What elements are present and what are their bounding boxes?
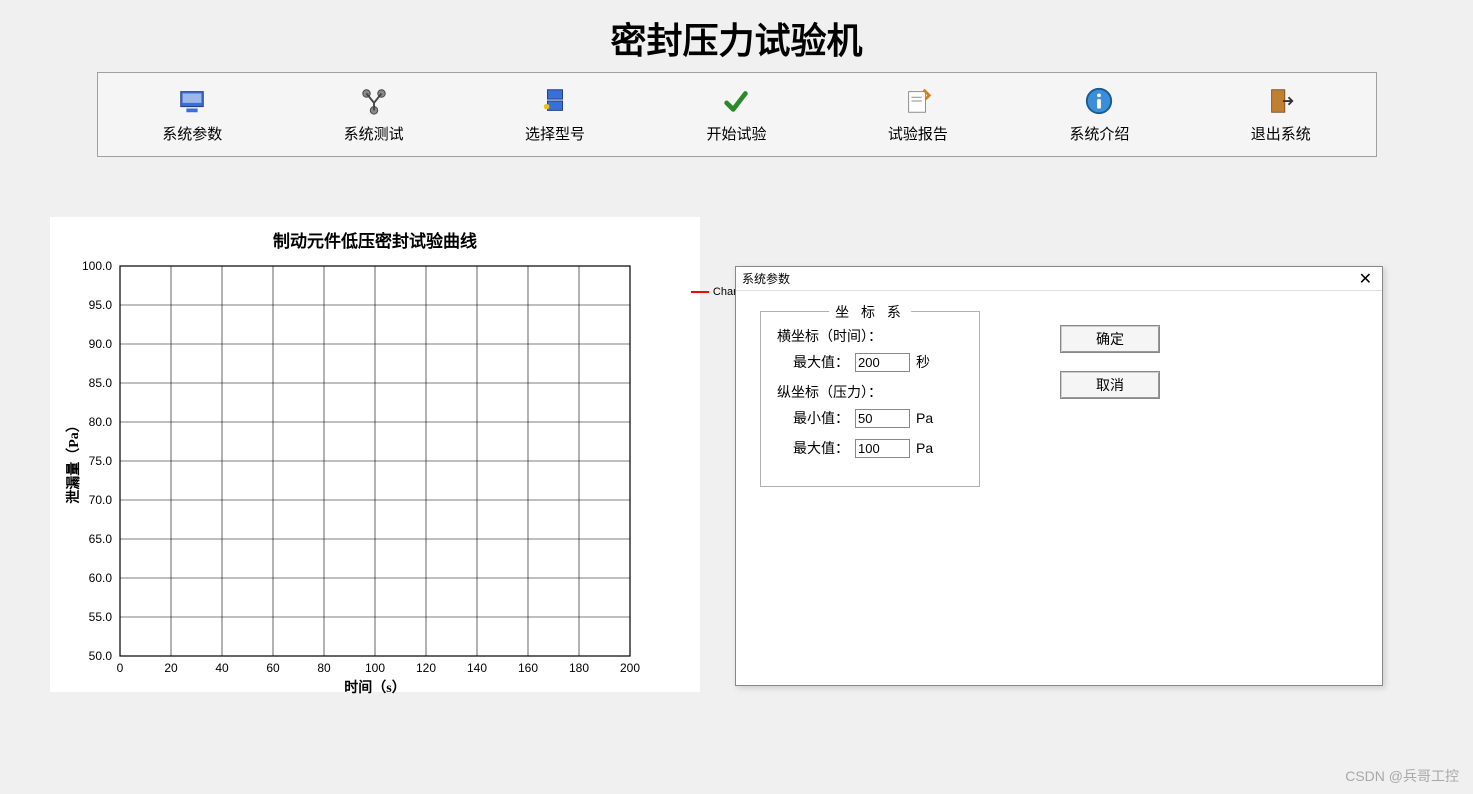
model-icon xyxy=(539,85,571,117)
x-axis-label: 横坐标（时间）： xyxy=(777,326,963,346)
start-icon xyxy=(720,85,752,117)
svg-text:70.0: 70.0 xyxy=(89,493,113,507)
app-title: 密封压力试验机 xyxy=(0,0,1473,72)
ok-button[interactable]: 确定 xyxy=(1060,325,1160,353)
svg-text:60.0: 60.0 xyxy=(89,571,113,585)
toolbar-label: 试验报告 xyxy=(888,123,948,144)
svg-text:80.0: 80.0 xyxy=(89,415,113,429)
toolbar-select-model[interactable]: 选择型号 xyxy=(505,81,605,148)
toolbar-label: 开始试验 xyxy=(706,123,766,144)
chart-plot-area: 0 20 40 60 80 100 120 140 160 180 200 50.0 55.0 60.0 6… xyxy=(60,256,690,696)
svg-text:65.0: 65.0 xyxy=(89,532,113,546)
coord-fieldset: 坐 标 系 横坐标（时间）： 最大值： 秒 纵坐标（压力）： 最小值： Pa 最… xyxy=(760,311,980,487)
toolbar-label: 系统介绍 xyxy=(1069,123,1129,144)
y-max-label: 最大值： xyxy=(793,438,849,458)
svg-text:55.0: 55.0 xyxy=(89,610,113,624)
svg-text:泄漏量（Pa）: 泄漏量（Pa） xyxy=(65,418,82,504)
x-unit: 秒 xyxy=(916,352,930,372)
svg-text:200: 200 xyxy=(620,661,640,675)
toolbar-label: 退出系统 xyxy=(1251,123,1311,144)
toolbar-system-test[interactable]: 系统测试 xyxy=(324,81,424,148)
svg-text:85.0: 85.0 xyxy=(89,376,113,390)
svg-text:20: 20 xyxy=(164,661,178,675)
svg-text:180: 180 xyxy=(569,661,589,675)
y-max-input[interactable] xyxy=(855,439,910,458)
system-params-dialog: 系统参数 ✕ 坐 标 系 横坐标（时间）： 最大值： 秒 纵坐标（压力）： 最小… xyxy=(735,266,1383,686)
cancel-button[interactable]: 取消 xyxy=(1060,371,1160,399)
chart-panel: 制动元件低压密封试验曲线 0 20 40 60 80 100 120 140 160 180 200… xyxy=(50,217,700,692)
chart-title: 制动元件低压密封试验曲线 xyxy=(60,227,690,252)
y-min-input[interactable] xyxy=(855,409,910,428)
y-unit: Pa xyxy=(916,410,933,426)
info-icon xyxy=(1083,85,1115,117)
toolbar: 系统参数 系统测试 选择型号 开始试验 试验报告 系统介绍 退出系统 xyxy=(97,72,1377,157)
exit-icon xyxy=(1265,85,1297,117)
svg-text:140: 140 xyxy=(467,661,487,675)
svg-text:160: 160 xyxy=(518,661,538,675)
svg-text:75.0: 75.0 xyxy=(89,454,113,468)
close-icon[interactable]: ✕ xyxy=(1355,269,1376,289)
y-axis-label: 纵坐标（压力）： xyxy=(777,382,963,402)
svg-text:100: 100 xyxy=(365,661,385,675)
svg-text:40: 40 xyxy=(215,661,229,675)
settings-icon xyxy=(176,85,208,117)
x-max-label: 最大值： xyxy=(793,352,849,372)
x-max-input[interactable] xyxy=(855,353,910,372)
toolbar-system-params[interactable]: 系统参数 xyxy=(142,81,242,148)
toolbar-report[interactable]: 试验报告 xyxy=(868,81,968,148)
svg-text:0: 0 xyxy=(117,661,124,675)
toolbar-exit[interactable]: 退出系统 xyxy=(1231,81,1331,148)
watermark: CSDN @兵哥工控 xyxy=(1345,766,1459,786)
dialog-titlebar[interactable]: 系统参数 ✕ xyxy=(736,267,1382,291)
test-icon xyxy=(358,85,390,117)
svg-text:时间（s）: 时间（s） xyxy=(344,679,405,696)
toolbar-system-intro[interactable]: 系统介绍 xyxy=(1049,81,1149,148)
svg-text:100.0: 100.0 xyxy=(82,259,112,273)
svg-text:95.0: 95.0 xyxy=(89,298,113,312)
legend-line-icon xyxy=(691,291,709,293)
report-icon xyxy=(902,85,934,117)
toolbar-label: 选择型号 xyxy=(525,123,585,144)
toolbar-start-test[interactable]: 开始试验 xyxy=(686,81,786,148)
svg-text:60: 60 xyxy=(266,661,280,675)
svg-text:50.0: 50.0 xyxy=(89,649,113,663)
svg-text:90.0: 90.0 xyxy=(89,337,113,351)
y-unit: Pa xyxy=(916,440,933,456)
fieldset-legend: 坐 标 系 xyxy=(829,302,911,322)
y-min-label: 最小值： xyxy=(793,408,849,428)
toolbar-label: 系统测试 xyxy=(344,123,404,144)
toolbar-label: 系统参数 xyxy=(162,123,222,144)
dialog-title: 系统参数 xyxy=(742,270,790,287)
svg-text:80: 80 xyxy=(317,661,331,675)
svg-text:120: 120 xyxy=(416,661,436,675)
